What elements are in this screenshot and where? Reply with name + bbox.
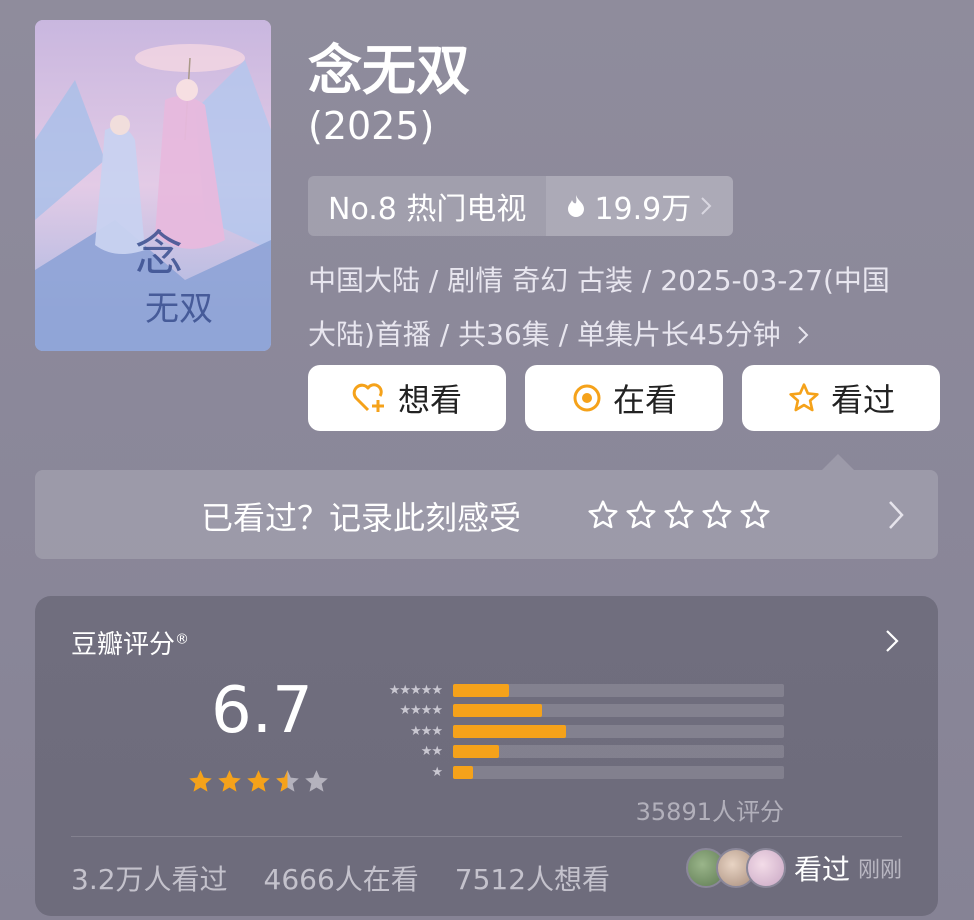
action-buttons: 想看 在看 看过 xyxy=(308,365,940,431)
distribution-row: ★★ xyxy=(358,742,784,763)
rate-stars[interactable] xyxy=(587,499,771,531)
chevron-right-icon xyxy=(701,197,712,215)
distribution-track xyxy=(453,724,784,738)
rating-title: 豆瓣评分® xyxy=(71,630,190,660)
meta-line-1: 中国大陆 / 剧情 奇幻 古装 / 2025-03-27(中国 xyxy=(308,264,890,297)
recent-time: 刚刚 xyxy=(857,858,902,883)
star-empty-icon[interactable] xyxy=(587,499,619,531)
recent-label: 看过 xyxy=(793,853,850,886)
score-stars xyxy=(187,768,330,795)
star-empty-icon[interactable] xyxy=(625,499,657,531)
heat-value: 19.9万 xyxy=(594,192,692,227)
want-label: 想看 xyxy=(397,381,462,419)
heart-plus-icon xyxy=(352,383,384,412)
record-pointer xyxy=(822,454,854,470)
want-to-watch-button[interactable]: 想看 xyxy=(308,365,506,431)
distribution-bar xyxy=(453,683,509,697)
svg-text:无双: 无双 xyxy=(145,289,213,329)
record-feeling-card[interactable]: 已看过？记录此刻感受 xyxy=(35,470,938,559)
meta-line-2: 大陆)首播 / 共36集 / 单集片长45分钟 xyxy=(308,308,948,362)
distribution-track xyxy=(453,683,784,697)
poster-image[interactable]: 念 无双 xyxy=(35,20,271,351)
rating-score: 6.7 xyxy=(211,674,313,748)
distribution-stars: ★★★★ xyxy=(399,703,443,719)
douban-rating-card[interactable]: 豆瓣评分® 6.7 ★★★★★ ★★★★ ★★★ ★★ ★ 35891人评分 3.2万人… xyxy=(35,596,938,916)
heat-section[interactable]: 19.9万 xyxy=(546,176,734,236)
chevron-right-icon xyxy=(886,630,899,652)
show-title: 念无双 xyxy=(308,39,470,102)
avatar xyxy=(745,848,786,888)
show-year: (2025) xyxy=(308,104,435,148)
distribution-bar xyxy=(453,704,542,718)
rating-distribution: ★★★★★ ★★★★ ★★★ ★★ ★ xyxy=(358,680,784,783)
distribution-row: ★ xyxy=(358,762,784,783)
target-icon xyxy=(573,384,601,412)
star-empty-icon[interactable] xyxy=(701,499,733,531)
chevron-right-icon xyxy=(797,326,808,344)
watched-label-btn: 看过 xyxy=(830,381,895,419)
watch-stats: 3.2万人看过 4666人在看 7512人想看 xyxy=(71,858,610,898)
distribution-row: ★★★ xyxy=(358,721,784,742)
star-empty-icon[interactable] xyxy=(663,499,695,531)
star-empty-icon xyxy=(305,770,328,792)
star-half-icon xyxy=(276,770,299,792)
star-full-icon xyxy=(189,770,212,792)
distribution-track xyxy=(453,765,784,779)
poster-art: 念 无双 xyxy=(35,20,271,351)
svg-text:念: 念 xyxy=(135,226,183,282)
chevron-right-icon xyxy=(889,501,904,529)
watched-button[interactable]: 看过 xyxy=(742,365,940,431)
rank-bar[interactable]: No.8 热门电视 19.9万 xyxy=(308,176,734,236)
rating-count: 35891人评分 xyxy=(635,798,784,826)
distribution-bar xyxy=(453,745,499,759)
distribution-track xyxy=(453,745,784,759)
stat-watched: 3.2万人看过 xyxy=(71,863,228,896)
distribution-stars: ★ xyxy=(431,764,443,780)
distribution-row: ★★★★★ xyxy=(358,680,784,701)
distribution-bar xyxy=(453,765,473,779)
stat-watching: 4666人在看 xyxy=(263,863,419,896)
divider xyxy=(71,836,902,837)
distribution-bar xyxy=(453,724,566,738)
watching-button[interactable]: 在看 xyxy=(525,365,723,431)
flame-icon xyxy=(568,195,585,217)
distribution-track xyxy=(453,704,784,718)
star-empty-icon[interactable] xyxy=(739,499,771,531)
distribution-stars: ★★★ xyxy=(410,723,443,739)
show-meta[interactable]: 中国大陆 / 剧情 奇幻 古装 / 2025-03-27(中国 大陆)首播 / … xyxy=(308,254,948,362)
rank-label[interactable]: No.8 热门电视 xyxy=(308,176,547,236)
distribution-stars: ★★★★★ xyxy=(388,682,443,698)
distribution-row: ★★★★ xyxy=(358,701,784,722)
distribution-stars: ★★ xyxy=(420,744,443,760)
star-full-icon xyxy=(218,770,241,792)
stat-want: 7512人想看 xyxy=(454,863,611,896)
star-full-icon xyxy=(247,770,270,792)
watching-label: 在看 xyxy=(612,381,677,419)
recent-watchers[interactable]: 看过 刚刚 xyxy=(685,848,902,888)
record-prompt: 已看过？记录此刻感受 xyxy=(201,499,522,537)
star-outline-icon xyxy=(789,383,819,412)
avatar-group xyxy=(685,848,786,888)
